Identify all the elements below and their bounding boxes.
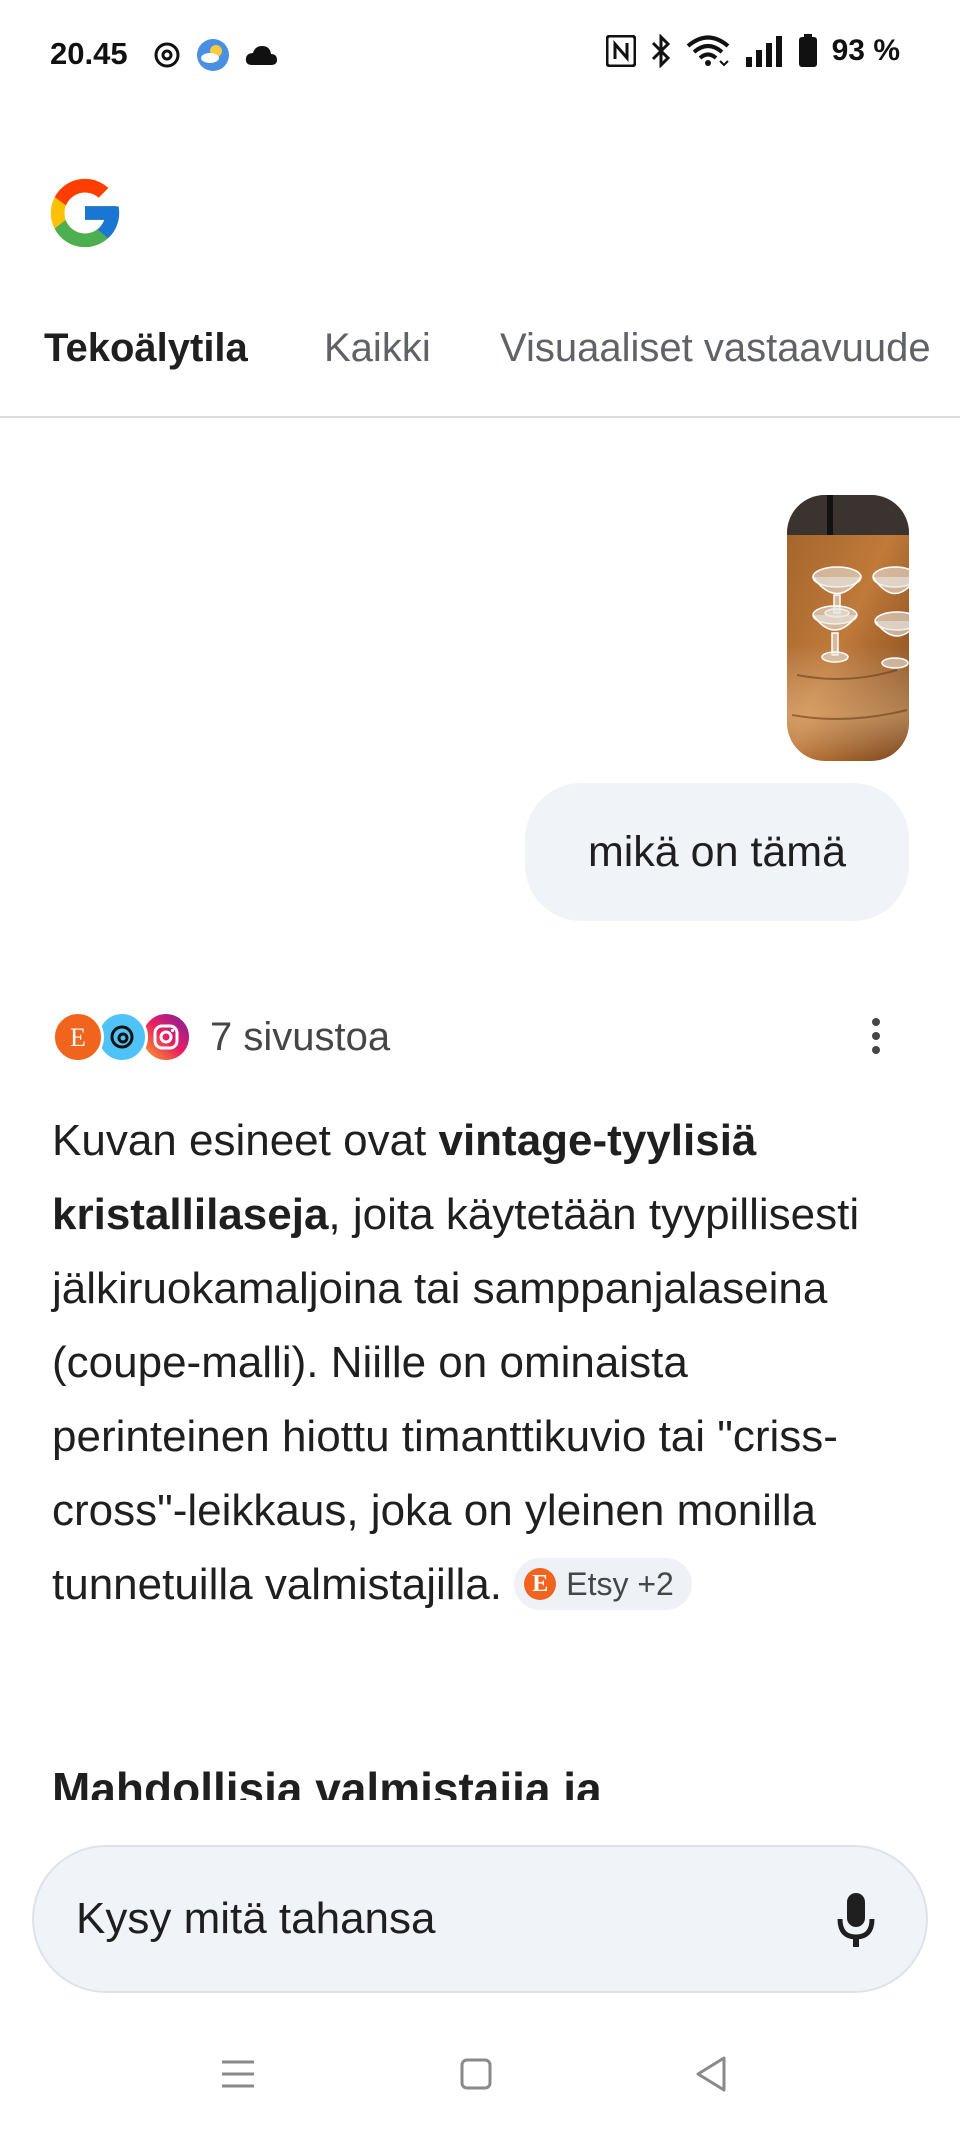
threads-icon: [154, 42, 180, 68]
uploaded-photo-thumbnail[interactable]: [787, 495, 909, 761]
sources-row[interactable]: E 7 sivustoa: [52, 1005, 390, 1069]
status-left-icons: [152, 38, 278, 72]
google-logo-icon[interactable]: [44, 172, 126, 254]
battery-icon: [798, 34, 817, 67]
tab-ai-mode[interactable]: Tekoälytila: [44, 326, 248, 371]
status-right-icons: 93 %: [605, 34, 900, 68]
search-mode-tabs: Tekoälytila Kaikki Visuaaliset vastaavuu…: [0, 318, 960, 418]
citation-label: Etsy +2: [566, 1566, 674, 1603]
microphone-icon[interactable]: [836, 1891, 876, 1951]
nfc-icon: [605, 35, 636, 67]
recent-apps-icon[interactable]: [216, 2052, 260, 2096]
answer-text-1: Kuvan esineet ovat: [52, 1116, 439, 1165]
battery-percentage: 93 %: [831, 34, 900, 67]
crystal-glasses-photo: [787, 495, 909, 761]
etsy-citation-icon: E: [524, 1568, 557, 1601]
user-message-bubble: mikä on tämä: [525, 783, 909, 921]
wifi-icon: [686, 35, 729, 67]
weather-icon: [197, 39, 229, 71]
back-icon[interactable]: [690, 2052, 734, 2096]
citation-chip[interactable]: E Etsy +2: [514, 1558, 692, 1611]
status-time: 20.45: [50, 36, 128, 71]
ask-input[interactable]: Kysy mitä tahansa: [32, 1845, 928, 1993]
answer-text-2: , joita käytetään tyypillisesti jälkiruo…: [52, 1190, 860, 1609]
ai-answer-text: Kuvan esineet ovat vintage-tyylisiä kris…: [52, 1104, 912, 1622]
status-bar: 20.45 93 %: [0, 0, 960, 110]
source-avatars: E: [52, 1007, 200, 1067]
tab-all[interactable]: Kaikki: [324, 326, 431, 371]
tab-visual-matches[interactable]: Visuaaliset vastaavuude: [500, 326, 931, 371]
cloud-icon: [245, 46, 277, 65]
ask-input-placeholder: Kysy mitä tahansa: [76, 1894, 436, 1943]
bluetooth-icon: [651, 34, 670, 68]
sources-count: 7 sivustoa: [210, 1014, 391, 1059]
svg-text:E: E: [70, 1023, 86, 1052]
signal-icon: [745, 36, 782, 67]
home-icon[interactable]: [454, 2052, 498, 2096]
more-options-icon[interactable]: [864, 1012, 888, 1060]
system-nav-bar: [0, 2030, 960, 2133]
etsy-icon: E: [52, 1011, 104, 1063]
